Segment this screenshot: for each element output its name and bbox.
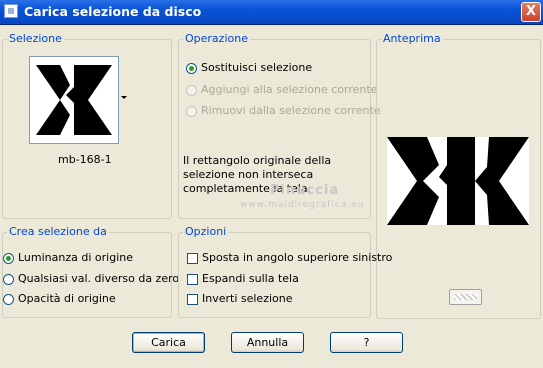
radio-selected-icon	[3, 252, 14, 264]
help-button[interactable]: ?	[330, 332, 403, 353]
watermark-url: www.maidiregrafica.eu	[240, 200, 365, 210]
radio-disabled-icon	[186, 105, 197, 117]
opzioni-label: Opzioni	[183, 225, 229, 238]
carica-button[interactable]: Carica	[132, 332, 205, 353]
checkbox-icon	[187, 273, 198, 285]
radio-sostituisci-selezione[interactable]: Sostituisci selezione	[186, 61, 312, 77]
title-bar: Carica selezione da disco X	[0, 0, 543, 25]
annulla-button[interactable]: Annulla	[231, 332, 304, 353]
radio-unselected-icon	[3, 273, 14, 285]
selezione-label: Selezione	[7, 32, 64, 45]
app-icon	[4, 4, 18, 18]
radio-rimuovi-selezione: Rimuovi dalla selezione corrente	[186, 104, 381, 120]
radio-unselected-icon	[3, 293, 14, 305]
close-button[interactable]: X	[521, 2, 541, 22]
crea-selezione-label: Crea selezione da	[7, 225, 109, 238]
anteprima-label: Anteprima	[381, 32, 443, 45]
checkbox-inverti-selezione[interactable]: Inverti selezione	[187, 292, 293, 308]
selection-thumbnail-dropdown[interactable]	[29, 56, 129, 144]
checkbox-espandi-tela[interactable]: Espandi sulla tela	[187, 272, 299, 288]
radio-disabled-icon	[186, 84, 197, 96]
radio-aggiungi-selezione: Aggiungi alla selezione corrente	[186, 83, 377, 99]
preview-pan-button[interactable]	[449, 289, 482, 305]
chevron-down-icon[interactable]	[118, 56, 129, 144]
radio-opacita-origine[interactable]: Opacità di origine	[3, 292, 116, 308]
preview-image	[387, 137, 529, 225]
radio-luminanza-origine[interactable]: Luminanza di origine	[3, 251, 133, 267]
selection-thumbnail-image	[30, 57, 118, 143]
window-title: Carica selezione da disco	[24, 4, 202, 19]
operazione-label: Operazione	[183, 32, 250, 45]
checkbox-sposta-angolo[interactable]: Sposta in angolo superiore sinistro	[187, 251, 392, 267]
radio-qualsiasi-valore[interactable]: Qualsiasi val. diverso da zero	[3, 272, 179, 288]
watermark-title: Pinuccia	[270, 183, 340, 198]
radio-selected-icon	[186, 62, 197, 74]
selection-file-name: mb-168-1	[58, 153, 112, 166]
checkbox-icon	[187, 252, 198, 264]
checkbox-icon	[187, 293, 198, 305]
